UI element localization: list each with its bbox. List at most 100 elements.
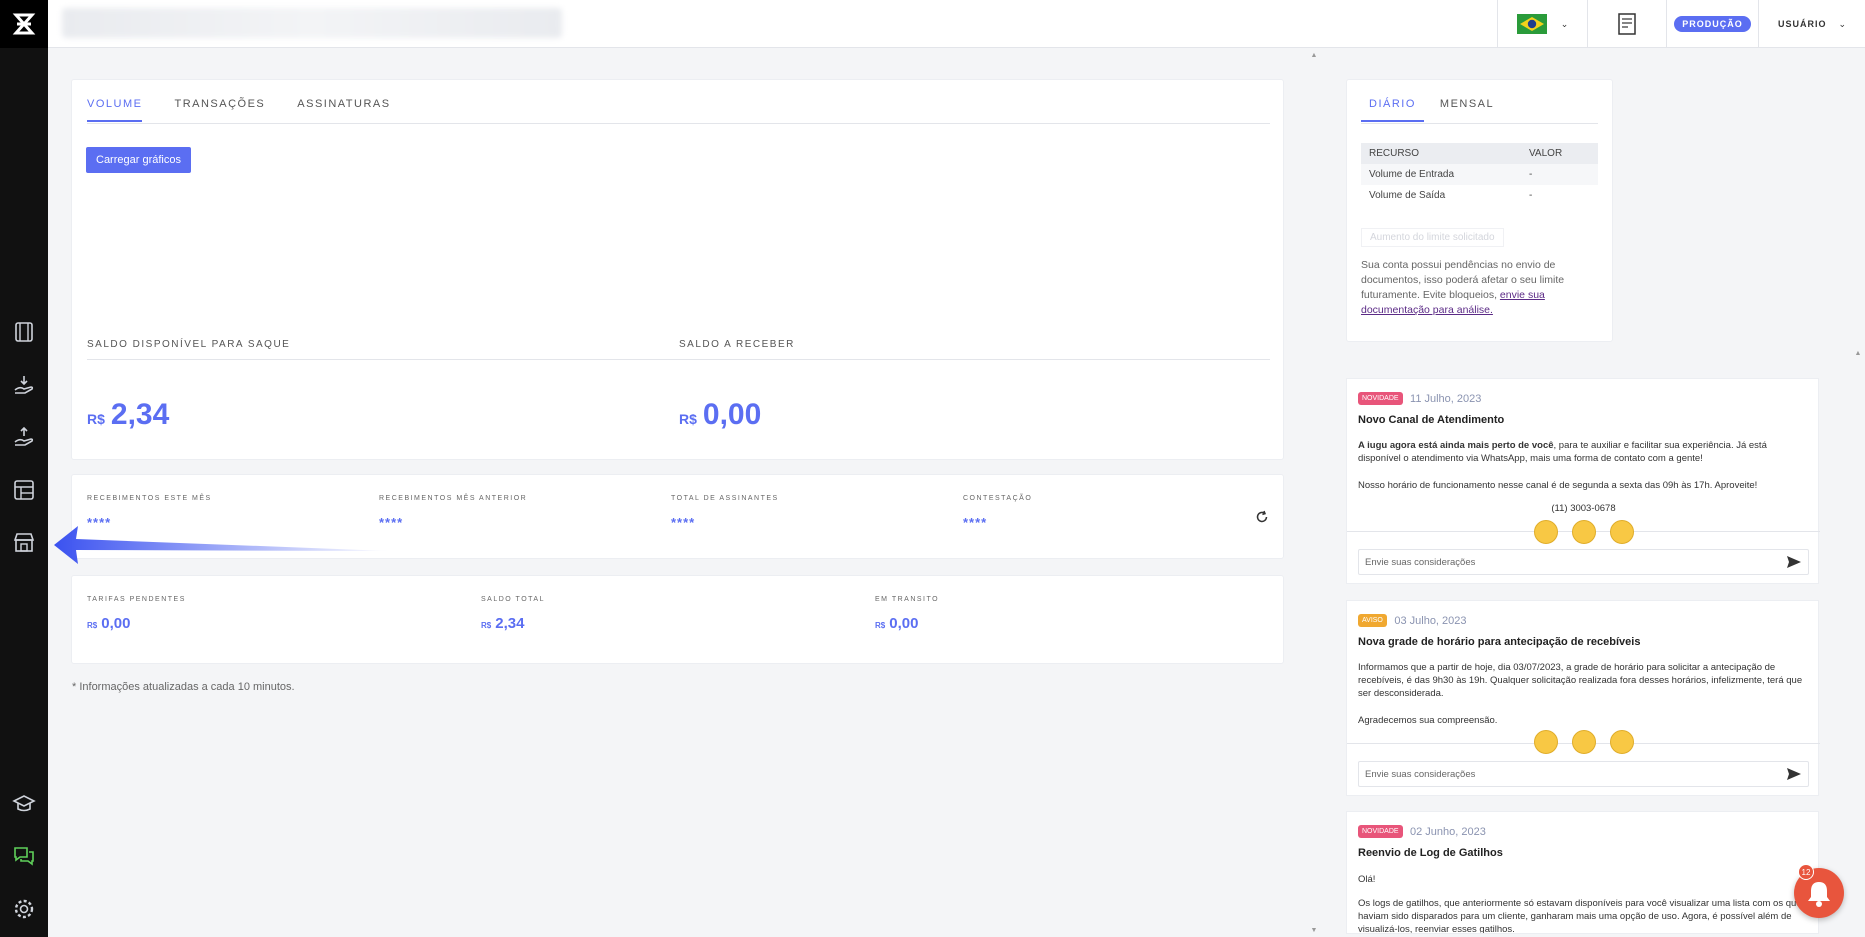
tab-mensal[interactable]: MENSAL [1440,84,1494,122]
scroll-up-icon[interactable]: ▲ [1309,52,1319,59]
table-cell: Volume de Entrada [1369,169,1455,180]
total-amount: R$ 0,00 [875,615,918,632]
pending-docs-text: Sua conta possui pendências no envio de … [1361,258,1581,318]
environment-badge-wrapper: PRODUÇÃO [1666,0,1758,48]
news-scrollbar[interactable]: ▲ [1853,350,1863,934]
saldo-receber-label: SALDO A RECEBER [679,339,795,350]
tab-diario[interactable]: DIÁRIO [1361,84,1424,122]
news-body: Agradecemos sua compreensão. [1358,715,1498,726]
environment-badge[interactable]: PRODUÇÃO [1674,16,1751,32]
table-header: RECURSO VALOR [1361,143,1598,164]
send-icon[interactable] [1787,556,1801,568]
chat-icon[interactable] [12,844,36,868]
tab-transacoes[interactable]: TRANSAÇÕES [174,84,265,122]
language-selector[interactable]: ⌄ [1497,0,1587,48]
news-badge: AVISO [1358,614,1387,628]
iugu-logo-icon[interactable] [0,0,48,48]
main-scrollbar[interactable]: ▲ ▼ [1309,52,1319,934]
happy-face-icon[interactable] [1610,520,1634,544]
chevron-down-icon: ⌄ [1838,18,1847,29]
currency-symbol: R$ [87,621,98,630]
documents-button[interactable] [1587,0,1666,48]
totals-card: TARIFAS PENDENTES R$ 0,00 SALDO TOTAL R$ 2… [71,575,1284,664]
news-item: NOVIDADE 11 Julho, 2023 Novo Canal de At… [1346,378,1820,584]
news-body: Informamos que a partir de hoje, dia 03/… [1358,662,1803,699]
column-header: RECURSO [1369,148,1420,159]
volume-tabs: VOLUME TRANSAÇÕES ASSINATURAS [87,84,423,122]
currency-symbol: R$ [679,411,697,427]
total-label: SALDO TOTAL [481,596,545,603]
news-title: Novo Canal de Atendimento [1358,414,1505,426]
table-row: Volume de Saída - [1361,185,1598,206]
arrow-pointer-icon [54,526,390,564]
comment-input[interactable]: Envie suas considerações [1358,549,1809,575]
currency-symbol: R$ [87,411,105,427]
sad-face-icon[interactable] [1534,730,1558,754]
comment-input[interactable]: Envie suas considerações [1358,761,1809,787]
tab-volume[interactable]: VOLUME [87,84,143,122]
news-date: 11 Julho, 2023 [1410,392,1482,405]
stat-label: RECEBIMENTOS ESTE MÊS [87,495,212,502]
tab-assinaturas[interactable]: ASSINATURAS [297,84,390,122]
store-icon[interactable] [12,530,36,554]
news-body: Nosso horário de funcionamento nesse can… [1358,480,1758,491]
saldo-receber-value: 0,00 [702,398,762,431]
total-value: 0,00 [889,615,919,632]
news-item: NOVIDADE 02 Junho, 2023 Reenvio de Log d… [1346,811,1819,934]
neutral-face-icon[interactable] [1572,730,1596,754]
balance-divider [87,359,1270,360]
neutral-face-icon[interactable] [1572,520,1596,544]
saldo-disponivel-label: SALDO DISPONÍVEL PARA SAQUE [87,339,291,350]
news-badge: NOVIDADE [1358,825,1403,839]
blurred-breadcrumb [62,8,562,38]
stat-label: CONTESTAÇÃO [963,495,1033,502]
load-charts-button[interactable]: Carregar gráficos [86,147,191,173]
news-body: Os logs de gatilhos, que anteriormente s… [1358,898,1802,934]
scroll-down-icon[interactable]: ▼ [1309,927,1319,934]
graduation-cap-icon[interactable] [12,792,36,816]
spreadsheet-icon[interactable] [12,478,36,502]
saldo-disponivel-value: 2,34 [110,398,170,431]
receive-money-icon[interactable] [12,373,36,397]
tabs-divider [1361,123,1598,124]
refresh-icon[interactable] [1255,510,1269,529]
send-money-icon[interactable] [12,425,36,449]
volume-card: VOLUME TRANSAÇÕES ASSINATURAS Carregar g… [71,79,1284,460]
limit-increase-button[interactable]: Aumento do limite solicitado [1361,228,1504,247]
news-date: 03 Julho, 2023 [1394,614,1467,627]
total-value: 0,00 [101,615,131,632]
sidebar [0,0,48,937]
news-title: Nova grade de horário para antecipação d… [1358,636,1641,648]
total-amount: R$ 0,00 [87,615,130,632]
news-item: AVISO 03 Julho, 2023 Nova grade de horár… [1346,600,1820,796]
limits-table: RECURSO VALOR Volume de Entrada - Volume d… [1361,143,1598,206]
table-cell: Volume de Saída [1369,190,1446,201]
gear-icon[interactable] [12,897,36,921]
notification-count: 12 [1798,864,1814,880]
stat-value: **** [963,515,988,530]
sad-face-icon[interactable] [1534,520,1558,544]
update-footnote: * Informações atualizadas a cada 10 minu… [72,681,295,693]
limits-card: DIÁRIO MENSAL RECURSO VALOR Volume de Ent… [1346,79,1613,342]
saldo-receber-amount: R$ 0,00 [679,398,761,432]
happy-face-icon[interactable] [1610,730,1634,754]
news-bold-text: A iugu agora está ainda mais perto de vo… [1358,440,1554,451]
notifications-button[interactable]: 12 [1794,864,1844,918]
news-body: A iugu agora está ainda mais perto de vo… [1358,439,1810,465]
currency-symbol: R$ [875,621,886,630]
total-label: EM TRANSITO [875,596,940,603]
currency-symbol: R$ [481,621,492,630]
scroll-up-icon[interactable]: ▲ [1853,350,1863,357]
news-title: Reenvio de Log de Gatilhos [1358,847,1503,859]
limits-tabs: DIÁRIO MENSAL [1361,84,1526,122]
send-icon[interactable] [1787,768,1801,780]
film-icon[interactable] [12,320,36,344]
news-date: 02 Junho, 2023 [1410,825,1486,838]
news-badge: NOVIDADE [1358,392,1403,406]
total-label: TARIFAS PENDENTES [87,596,186,603]
user-menu[interactable]: USUÁRIO ⌄ [1758,0,1865,48]
tabs-divider [87,123,1270,124]
news-header: AVISO 03 Julho, 2023 [1358,612,1467,630]
stat-label: TOTAL DE ASSINANTES [671,495,779,502]
news-header: NOVIDADE 02 Junho, 2023 [1358,823,1486,841]
